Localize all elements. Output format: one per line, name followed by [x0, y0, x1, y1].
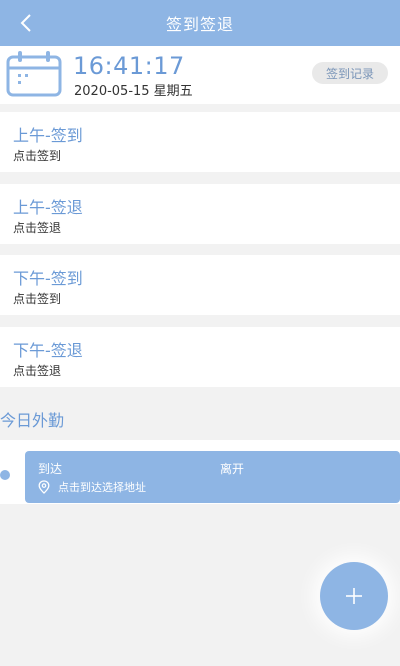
card-title: 上午-签到	[13, 126, 83, 145]
plus-icon	[346, 588, 362, 604]
select-location-button[interactable]: 点击到达选择地址	[38, 479, 146, 495]
add-field-work-button[interactable]	[320, 562, 388, 630]
card-title: 上午-签退	[13, 198, 83, 217]
location-pin-icon	[38, 480, 50, 494]
morning-check-in-card[interactable]: 上午-签到 点击签到	[0, 112, 400, 172]
current-time: 16:41:17	[73, 52, 185, 80]
afternoon-check-in-card[interactable]: 下午-签到 点击签到	[0, 255, 400, 315]
check-in-records-button[interactable]: 签到记录	[312, 62, 388, 84]
timeline-dot	[0, 470, 10, 480]
card-subtitle: 点击签到	[13, 149, 62, 163]
clock-panel: 16:41:17 2020-05-15 星期五 签到记录	[0, 46, 400, 104]
arrive-label[interactable]: 到达	[38, 460, 62, 477]
page-title: 签到签退	[165, 15, 234, 34]
leave-label[interactable]: 离开	[220, 460, 244, 477]
card-subtitle: 点击签到	[13, 292, 62, 306]
afternoon-check-out-card[interactable]: 下午-签退 点击签退	[0, 327, 400, 387]
check-in-screen: 签到签退 16:41:17 2020-05-15 星期五 签到记录 上午-签到 …	[0, 0, 400, 666]
calendar-icon	[6, 51, 62, 97]
field-work-list: 到达 离开 点击到达选择地址	[0, 440, 400, 504]
morning-check-out-card[interactable]: 上午-签退 点击签退	[0, 184, 400, 244]
app-header: 签到签退	[0, 0, 400, 46]
current-date: 2020-05-15 星期五	[74, 84, 193, 99]
field-work-trip-card[interactable]: 到达 离开 点击到达选择地址	[25, 451, 400, 503]
back-button[interactable]	[14, 9, 38, 37]
field-work-section-title: 今日外勤	[0, 411, 65, 430]
card-title: 下午-签到	[13, 269, 83, 288]
card-title: 下午-签退	[13, 341, 83, 360]
location-prompt: 点击到达选择地址	[58, 481, 146, 494]
card-subtitle: 点击签退	[13, 364, 62, 378]
chevron-left-icon	[20, 14, 31, 32]
card-subtitle: 点击签退	[13, 221, 62, 235]
